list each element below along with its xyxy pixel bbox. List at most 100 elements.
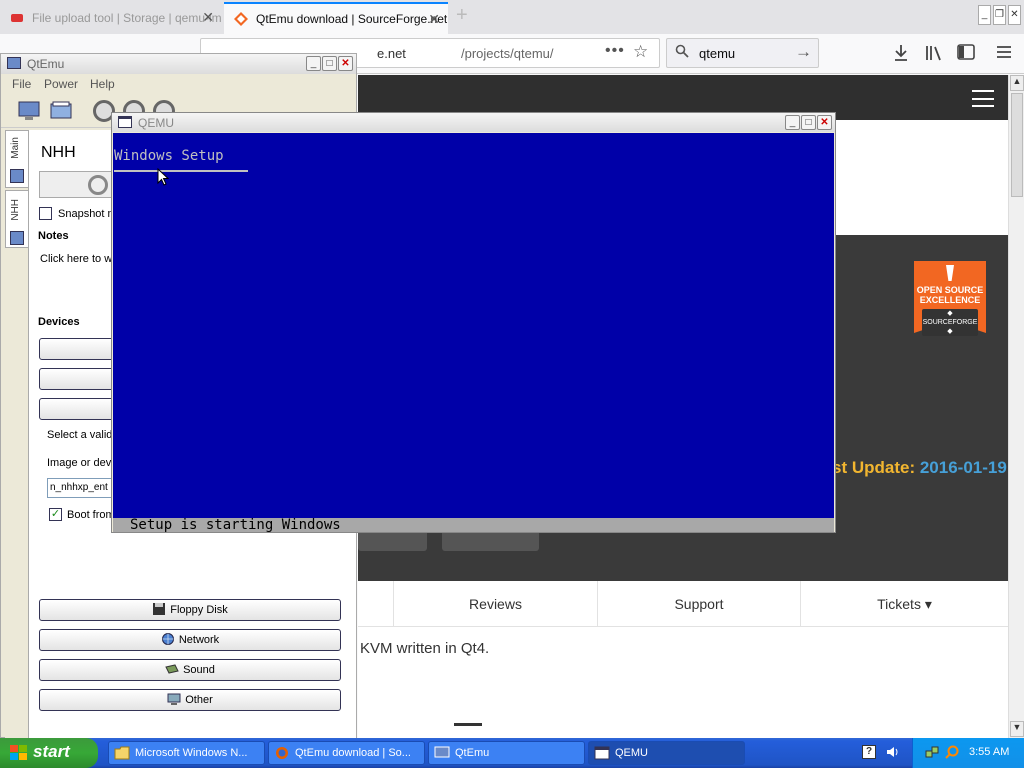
search-go-icon[interactable]: → [795, 42, 812, 62]
side-tab-label: Main [10, 137, 21, 159]
boot-from-checkbox[interactable]: ✓ [49, 508, 62, 521]
taskbar: start Microsoft Windows N... QtEmu downl… [0, 738, 1024, 768]
close-button[interactable]: ✕ [338, 56, 353, 71]
sound-card-icon [165, 664, 179, 674]
page-scrollbar[interactable]: ▲ ▼ [1008, 75, 1024, 738]
tab-tickets[interactable]: Tickets ▾ [800, 581, 1008, 627]
button-label: Sound [183, 664, 215, 676]
qtemu-side-tabs: Main NHH [5, 130, 29, 738]
setup-status-text: Setup is starting Windows [130, 517, 341, 533]
floppy-disk-button[interactable]: Floppy Disk [39, 599, 341, 621]
window-title: QEMU [138, 116, 174, 130]
sidebar-icon[interactable] [957, 44, 975, 60]
setup-title-underline [114, 170, 248, 172]
machine-name: NHH [41, 144, 76, 161]
start-label: start [33, 742, 70, 761]
task-button-qemu[interactable]: QEMU [588, 741, 745, 765]
other-button[interactable]: Other [39, 689, 341, 711]
bookmark-star-icon[interactable]: ☆ [633, 42, 648, 62]
menu-file[interactable]: File [12, 77, 31, 91]
window-title: QtEmu [27, 57, 65, 71]
url-host: e.net [377, 46, 406, 61]
notes-heading: Notes [38, 230, 69, 242]
open-source-excellence-badge: OPEN SOURCE EXCELLENCE ◆ SOURCEFORGE ◆ [914, 261, 986, 336]
task-button-explorer[interactable]: Microsoft Windows N... [108, 741, 265, 765]
library-icon[interactable] [925, 44, 943, 62]
scroll-up-arrow-icon[interactable]: ▲ [1010, 75, 1024, 91]
badge-line: ◆ SOURCEFORGE ◆ [922, 309, 978, 336]
close-button[interactable]: ✕ [817, 115, 832, 130]
firefox-tab-active[interactable]: QtEmu download | SourceForge.net ✕ [224, 2, 448, 34]
download-icon[interactable] [893, 44, 909, 62]
tab-close-icon[interactable]: ✕ [202, 9, 214, 26]
firefox-restore-button[interactable]: ❐ [993, 5, 1006, 25]
last-update-label: st Update: [832, 458, 920, 477]
firefox-minimize-button[interactable]: _ [978, 5, 991, 25]
qtemu-title-bar[interactable]: QtEmu _ □ ✕ [1, 54, 356, 74]
tab-reviews[interactable]: Reviews [393, 581, 597, 627]
clock[interactable]: 3:55 AM [969, 746, 1009, 758]
side-tab-nhh[interactable]: NHH [5, 190, 29, 248]
firefox-tab-inactive[interactable]: File upload tool | Storage | qemu-img ✕ [0, 2, 222, 34]
network-button[interactable]: Network [39, 629, 341, 651]
search-tray-icon[interactable] [945, 745, 959, 759]
open-machine-icon[interactable] [49, 100, 73, 122]
task-label: QEMU [615, 747, 648, 759]
search-input[interactable]: qtemu [699, 46, 735, 61]
start-button[interactable]: start [0, 738, 98, 768]
page-actions-icon[interactable]: ••• [605, 42, 625, 60]
devices-heading: Devices [38, 316, 80, 328]
button-label: Network [178, 634, 220, 646]
folder-icon [114, 746, 130, 760]
qemu-title-bar[interactable]: QEMU _ □ ✕ [112, 113, 835, 132]
network-tray-icon[interactable] [925, 745, 939, 759]
vm-display[interactable]: Windows Setup [113, 133, 834, 518]
menu-power[interactable]: Power [44, 77, 78, 91]
maximize-button[interactable]: □ [801, 115, 816, 130]
project-description: KVM written in Qt4. [360, 640, 490, 657]
task-button-qtemu[interactable]: QtEmu [428, 741, 585, 765]
power-icon [88, 175, 108, 195]
new-tab-icon[interactable]: + [456, 4, 468, 27]
menu-icon[interactable] [996, 45, 1012, 59]
project-tabs: Reviews Support Tickets ▾ [358, 581, 1008, 627]
tab-title: QtEmu download | SourceForge.net [256, 12, 448, 26]
firefox-close-button[interactable]: ✕ [1008, 5, 1021, 25]
volume-icon[interactable] [886, 745, 900, 759]
minimize-button[interactable]: _ [785, 115, 800, 130]
search-bar[interactable]: qtemu → [666, 38, 819, 68]
setup-status-bar: Setup is starting Windows [113, 517, 834, 533]
notes-field[interactable]: Click here to w [40, 253, 112, 265]
side-tab-main[interactable]: Main [5, 130, 29, 188]
badge-line: OPEN SOURCE [916, 285, 984, 295]
windows-logo-icon [10, 745, 27, 760]
maximize-button[interactable]: □ [322, 56, 337, 71]
hamburger-menu-icon[interactable] [972, 90, 994, 107]
last-update: st Update: 2016-01-19 [832, 458, 1007, 478]
qemu-icon [594, 746, 610, 760]
new-machine-icon[interactable] [17, 100, 41, 122]
task-label: Microsoft Windows N... [135, 747, 248, 759]
help-icon[interactable]: ? [862, 745, 876, 759]
badge-line: EXCELLENCE [919, 295, 981, 305]
section-heading-fragment [454, 723, 482, 731]
scrollbar-thumb[interactable] [1011, 93, 1023, 197]
snapshot-checkbox[interactable] [39, 207, 52, 220]
button-label: Other [185, 694, 213, 706]
tab-title: File upload tool | Storage | qemu-img [32, 11, 222, 25]
sound-button[interactable]: Sound [39, 659, 341, 681]
qtemu-menu-bar: File Power Help [1, 74, 356, 94]
setup-title: Windows Setup [114, 148, 224, 164]
tab-support[interactable]: Support [597, 581, 800, 627]
scroll-down-arrow-icon[interactable]: ▼ [1010, 721, 1024, 737]
qtemu-app-icon [7, 57, 21, 69]
qtemu-icon [434, 746, 450, 758]
boot-from-label: Boot from [67, 509, 115, 521]
button-label: Floppy Disk [170, 604, 228, 616]
task-button-firefox[interactable]: QtEmu download | So... [268, 741, 425, 765]
firefox-tab-bar: File upload tool | Storage | qemu-img ✕ … [0, 0, 1024, 34]
minimize-button[interactable]: _ [306, 56, 321, 71]
tab-favicon-icon [11, 14, 23, 22]
tab-close-icon[interactable]: ✕ [428, 11, 440, 28]
menu-help[interactable]: Help [90, 77, 115, 91]
